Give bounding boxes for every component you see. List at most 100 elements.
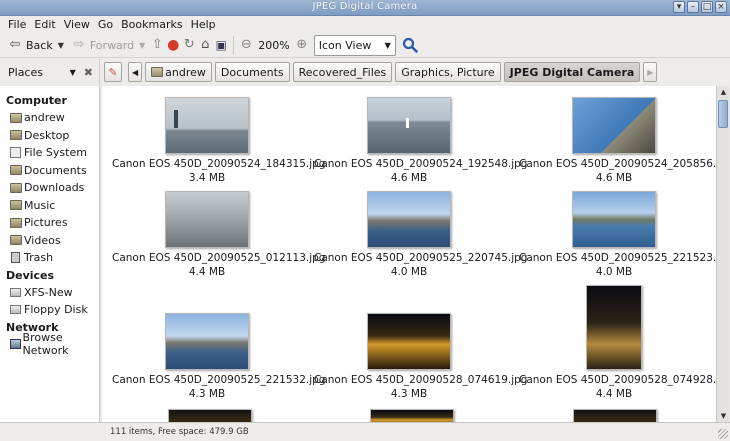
sidebar-item-documents[interactable]: Documents: [0, 162, 99, 180]
sidebar-type-select[interactable]: Places: [8, 66, 70, 79]
chevron-down-icon[interactable]: ▼: [70, 68, 76, 77]
file-name: Canon EOS 450D_20090524_205856.jpg: [519, 158, 716, 170]
image-thumbnail-partial[interactable]: [370, 409, 454, 422]
file-size: 3.4 MB: [188, 172, 226, 184]
close-sidebar-icon[interactable]: ✖: [84, 66, 93, 79]
sidebar-item-andrew[interactable]: andrew: [0, 109, 99, 127]
sidebar-item-label: Desktop: [24, 128, 70, 142]
downloads-folder-icon: [10, 182, 22, 193]
zoom-out-icon[interactable]: ⊖: [238, 37, 254, 53]
sidebar-item-pictures[interactable]: Pictures: [0, 214, 99, 232]
file-size: 4.3 MB: [188, 388, 226, 400]
file-item[interactable]: Canon EOS 450D_20090525_220745.jpg 4.0 M…: [314, 191, 528, 278]
menu-help[interactable]: Help: [187, 18, 220, 31]
file-name: Canon EOS 450D_20090525_220745.jpg: [314, 252, 528, 264]
file-name: Canon EOS 450D_20090525_221532.jpg: [112, 374, 326, 386]
sidebar-item-desktop[interactable]: Desktop: [0, 127, 99, 145]
network-icon: [10, 339, 21, 350]
search-icon[interactable]: [402, 37, 418, 53]
image-thumbnail-partial[interactable]: [573, 409, 657, 422]
statue-silhouette: [174, 110, 178, 128]
home-folder-icon[interactable]: ⌂: [197, 37, 213, 53]
sidebar-item-label: Browse Network: [22, 331, 69, 358]
status-bar: 111 items, Free space: 479.9 GB: [0, 422, 730, 441]
scroll-down-icon[interactable]: ▼: [717, 410, 730, 422]
forward-arrow-icon: ⇨: [73, 37, 85, 52]
computer-icon[interactable]: ▣: [213, 37, 229, 53]
image-thumbnail: [367, 313, 451, 370]
file-item[interactable]: Canon EOS 450D_20090525_012113.jpg 4.4 M…: [112, 191, 325, 278]
menu-view[interactable]: View: [60, 18, 94, 31]
file-size: 4.0 MB: [390, 266, 428, 278]
forward-button[interactable]: ⇨ Forward: [68, 34, 137, 56]
sidebar-item-file-system[interactable]: File System: [0, 144, 99, 162]
file-size: 4.4 MB: [188, 266, 226, 278]
toggle-location-entry-button[interactable]: ✎: [104, 62, 122, 82]
menu-go[interactable]: Go: [94, 18, 117, 31]
sidebar-item-xfs-new[interactable]: XFS-New: [0, 284, 99, 302]
documents-folder-icon: [10, 165, 22, 176]
breadcrumb-current[interactable]: JPEG Digital Camera: [503, 62, 641, 82]
file-item[interactable]: Canon EOS 450D_20090525_221523.jpg 4.0 M…: [519, 191, 716, 278]
menu-file[interactable]: File: [4, 18, 30, 31]
file-item[interactable]: Canon EOS 450D_20090524_192548.jpg 4.6 M…: [314, 97, 527, 184]
file-name: Canon EOS 450D_20090528_074928.jpg: [519, 374, 716, 386]
floppy-disk-icon: [10, 305, 21, 315]
close-button[interactable]: ×: [715, 1, 727, 13]
breadcrumb-documents[interactable]: Documents: [214, 62, 290, 82]
minimize-button[interactable]: –: [687, 1, 699, 13]
window-menu-button[interactable]: ▾: [673, 1, 685, 13]
reload-icon[interactable]: ↻: [181, 37, 197, 53]
vertical-scrollbar[interactable]: ▲ ▼: [716, 86, 729, 422]
title-bar: JPEG Digital Camera ▾ – □ ×: [0, 0, 730, 16]
sidebar-item-videos[interactable]: Videos: [0, 232, 99, 250]
back-button[interactable]: ⇦ Back: [4, 34, 56, 56]
breadcrumb-graphics-picture[interactable]: Graphics, Picture: [395, 62, 501, 82]
sidebar-item-floppy-disk[interactable]: Floppy Disk: [0, 301, 99, 319]
image-thumbnail-partial[interactable]: [168, 409, 252, 422]
scrollbar-thumb[interactable]: [718, 100, 728, 128]
zoom-level[interactable]: 200%: [258, 39, 289, 52]
stop-icon[interactable]: ●: [165, 37, 181, 53]
sidebar-item-music[interactable]: Music: [0, 197, 99, 215]
file-item[interactable]: Canon EOS 450D_20090528_074928.jpg 4.4 M…: [519, 285, 716, 400]
drive-icon: [10, 287, 21, 297]
file-item[interactable]: Canon EOS 450D_20090528_074619.jpg 4.3 M…: [314, 313, 527, 400]
pictures-folder-icon: [10, 217, 22, 228]
sidebar-section-computer: Computer: [6, 94, 67, 107]
places-sidebar: Computer andrew Desktop File System Docu…: [0, 86, 100, 422]
sidebar-section-devices: Devices: [6, 268, 55, 282]
sidebar-item-label: Music: [24, 198, 56, 212]
file-item[interactable]: Canon EOS 450D_20090525_221532.jpg 4.3 M…: [112, 313, 326, 400]
music-folder-icon: [10, 200, 22, 211]
sidebar-item-downloads[interactable]: Downloads: [0, 179, 99, 197]
forward-history-dropdown-icon[interactable]: ▼: [139, 41, 145, 50]
location-bar: Places ▼ ✖ ✎ ◀ andrew Documents Recovere…: [0, 59, 730, 85]
up-arrow-icon[interactable]: ⇧: [149, 37, 165, 53]
image-thumbnail: [165, 97, 249, 154]
sidebar-item-label: andrew: [24, 111, 65, 125]
breadcrumb-andrew[interactable]: andrew: [145, 62, 212, 82]
file-icon-view[interactable]: Canon EOS 450D_20090524_184315.jpg 3.4 M…: [102, 86, 716, 422]
breadcrumb-scroll-left[interactable]: ◀: [128, 62, 143, 82]
back-history-dropdown-icon[interactable]: ▼: [58, 41, 64, 50]
sidebar-item-label: Downloads: [24, 181, 85, 195]
sidebar-item-label: XFS-New: [24, 285, 73, 299]
sidebar-item-trash[interactable]: Trash: [0, 249, 99, 267]
resize-grip-icon[interactable]: [718, 429, 728, 439]
menu-bookmarks[interactable]: Bookmarks: [117, 18, 186, 31]
breadcrumb-recovered-files[interactable]: Recovered_Files: [292, 62, 393, 82]
zoom-in-icon[interactable]: ⊕: [294, 37, 310, 53]
maximize-button[interactable]: □: [701, 1, 713, 13]
view-mode-select[interactable]: Icon View ▼: [313, 34, 396, 56]
forward-label: Forward: [89, 38, 135, 52]
sidebar-item-label: Pictures: [24, 216, 68, 230]
toolbar-separator: [233, 36, 235, 54]
file-item[interactable]: Canon EOS 450D_20090524_205856.jpg 4.6 M…: [519, 97, 716, 184]
menu-edit[interactable]: Edit: [30, 18, 59, 31]
sidebar-item-browse-network[interactable]: Browse Network: [0, 331, 99, 357]
file-name: Canon EOS 450D_20090524_184315.jpg: [112, 158, 326, 170]
file-item[interactable]: Canon EOS 450D_20090524_184315.jpg 3.4 M…: [112, 97, 326, 184]
breadcrumb-scroll-right[interactable]: ▶: [643, 62, 658, 82]
scroll-up-icon[interactable]: ▲: [717, 86, 730, 98]
